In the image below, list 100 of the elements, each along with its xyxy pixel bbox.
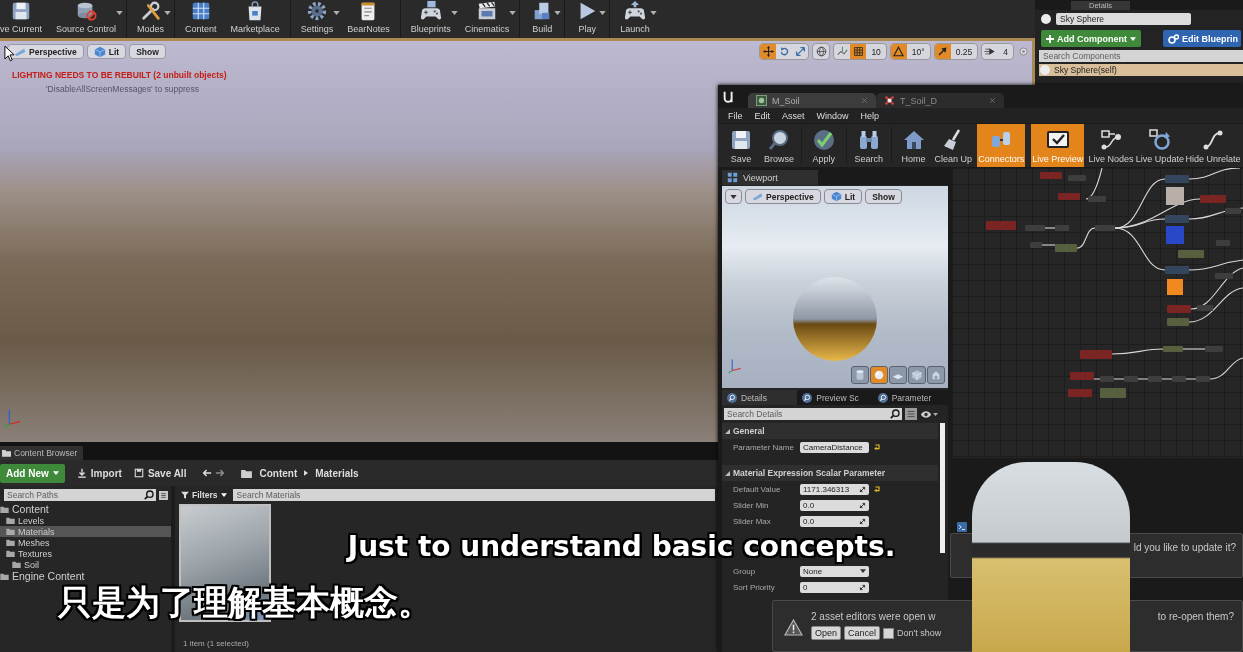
toolbar-button[interactable]: BearNotes	[340, 0, 397, 38]
graph-node[interactable]	[1070, 372, 1094, 380]
snap-toggle[interactable]	[890, 44, 907, 59]
graph-node[interactable]	[1025, 225, 1045, 231]
snap-toggle[interactable]	[850, 44, 867, 59]
graph-node[interactable]	[1030, 242, 1042, 248]
toolbar-button[interactable]: Apply	[804, 124, 843, 167]
back-button[interactable]	[202, 468, 213, 478]
checkbox[interactable]	[883, 627, 895, 639]
folder-item[interactable]: Levels	[0, 515, 171, 526]
graph-node[interactable]	[986, 221, 1016, 230]
number-field[interactable]: 0.0	[800, 515, 869, 527]
toolbar-button[interactable]: Source Control	[49, 0, 124, 38]
view-button[interactable]: Perspective	[7, 44, 84, 59]
search-field[interactable]: Search Materials	[232, 489, 715, 501]
section-header[interactable]: Material Expression Scalar Parameter	[722, 465, 938, 481]
scrollbar[interactable]	[940, 423, 945, 553]
graph-node[interactable]	[1055, 244, 1077, 252]
toolbar-button[interactable]: Save	[722, 124, 760, 167]
view-button[interactable]: Show	[129, 44, 166, 59]
document-tab[interactable]: T_Soil_D	[876, 93, 1004, 108]
toolbar-button[interactable]: Live Update	[1134, 124, 1185, 167]
search-field[interactable]: Search Components	[1039, 50, 1243, 62]
dialog-button[interactable]: Open	[811, 626, 842, 640]
graph-node[interactable]	[1058, 193, 1080, 200]
path-segment[interactable]: Content	[259, 467, 298, 479]
toolbar-button[interactable]: ve Current	[0, 0, 50, 38]
graph-node[interactable]	[1225, 208, 1241, 214]
graph-node[interactable]	[1167, 305, 1191, 313]
snap-toggle[interactable]	[934, 44, 951, 59]
panel-tab[interactable]: Viewport	[722, 170, 818, 185]
graph-node[interactable]	[1165, 215, 1189, 223]
graph-node[interactable]	[1055, 225, 1069, 231]
search-field[interactable]: Search Details	[724, 408, 902, 420]
view-options-button[interactable]	[725, 189, 742, 204]
text-field[interactable]: CameraDistance	[800, 441, 869, 453]
graph-node[interactable]	[1088, 196, 1106, 202]
toolbar-button[interactable]: Build	[523, 0, 562, 38]
preview-shape-button[interactable]	[870, 366, 888, 384]
toolbar-button[interactable]: Play	[568, 0, 607, 38]
graph-node[interactable]	[1100, 376, 1114, 382]
menu-item[interactable]: Help	[856, 110, 884, 121]
dialog-button[interactable]: Cancel	[844, 626, 881, 640]
view-button[interactable]: Show	[865, 189, 902, 204]
maximize-button[interactable]	[1017, 47, 1030, 56]
graph-node[interactable]	[1197, 305, 1213, 311]
toolbar-button[interactable]: Blueprints	[403, 0, 458, 38]
toolbar-button[interactable]: Cinematics	[457, 0, 517, 38]
graph-node[interactable]	[1216, 240, 1230, 246]
graph-node[interactable]	[1167, 318, 1189, 326]
number-field[interactable]: 1171.346313	[800, 483, 869, 495]
toolbar-button[interactable]: Search	[849, 124, 888, 167]
graph-node[interactable]	[1165, 266, 1189, 274]
graph-node[interactable]	[1100, 388, 1126, 398]
search-field[interactable]: Search Paths	[4, 489, 156, 501]
folder-item[interactable]: Soil	[0, 559, 171, 570]
number-field[interactable]: 0.0	[800, 499, 869, 511]
panel-tab[interactable]: Content Browser	[0, 446, 84, 460]
toolbar-button[interactable]: Content	[178, 0, 224, 38]
graph-node[interactable]	[1148, 376, 1162, 382]
preview-shape-button[interactable]	[927, 366, 945, 384]
import-button[interactable]: Import	[76, 467, 122, 479]
folder-item[interactable]: Materials	[0, 526, 171, 537]
preview-shape-button[interactable]	[908, 366, 926, 384]
panel-tab[interactable]: Preview Sc	[797, 390, 873, 405]
menu-item[interactable]: Asset	[778, 110, 809, 121]
graph-node[interactable]	[1068, 175, 1086, 181]
name-field[interactable]: Sky Sphere	[1056, 13, 1191, 25]
graph-node[interactable]	[1080, 350, 1112, 359]
folder-item[interactable]: Content	[0, 503, 171, 515]
menu-item[interactable]: File	[724, 110, 747, 121]
toolbar-button[interactable]: Live Nodes	[1087, 124, 1135, 167]
graph-node[interactable]	[1163, 346, 1183, 352]
add-component-button[interactable]: Add Component	[1041, 30, 1141, 47]
graph-node[interactable]	[1095, 225, 1115, 231]
component-item[interactable]: Sky Sphere(self)	[1039, 64, 1243, 76]
node-graph-canvas[interactable]	[952, 168, 1243, 458]
view-button[interactable]: Lit	[823, 189, 863, 204]
toolbar-button[interactable]: Settings	[293, 0, 341, 38]
view-button[interactable]: Lit	[86, 44, 127, 59]
toolbar-button[interactable]: Marketplace	[223, 0, 287, 38]
graph-node[interactable]	[1215, 273, 1233, 279]
preview-shape-button[interactable]	[889, 366, 907, 384]
save-all-button[interactable]: Save All	[133, 467, 187, 479]
panel-tab[interactable]: Parameter	[872, 390, 948, 405]
graph-node[interactable]	[1200, 195, 1226, 203]
toolbar-button[interactable]: Hide Unrelate	[1184, 124, 1241, 167]
graph-node[interactable]	[1196, 376, 1210, 382]
graph-node[interactable]	[1068, 389, 1092, 397]
toolbar-button[interactable]: Clean Up	[932, 124, 974, 167]
toolbar-button[interactable]: Launch	[613, 0, 657, 38]
folder-item[interactable]: Meshes	[0, 537, 171, 548]
menu-item[interactable]: Window	[812, 110, 853, 121]
menu-item[interactable]: Edit	[750, 110, 775, 121]
view-options-button[interactable]	[159, 490, 168, 500]
transform-mode-button[interactable]	[760, 44, 777, 59]
edit-blueprint-button[interactable]: Edit Blueprin	[1163, 30, 1241, 47]
toolbar-button[interactable]: Home	[894, 124, 933, 167]
graph-node[interactable]	[1205, 346, 1223, 352]
number-field[interactable]: 0	[800, 581, 869, 593]
